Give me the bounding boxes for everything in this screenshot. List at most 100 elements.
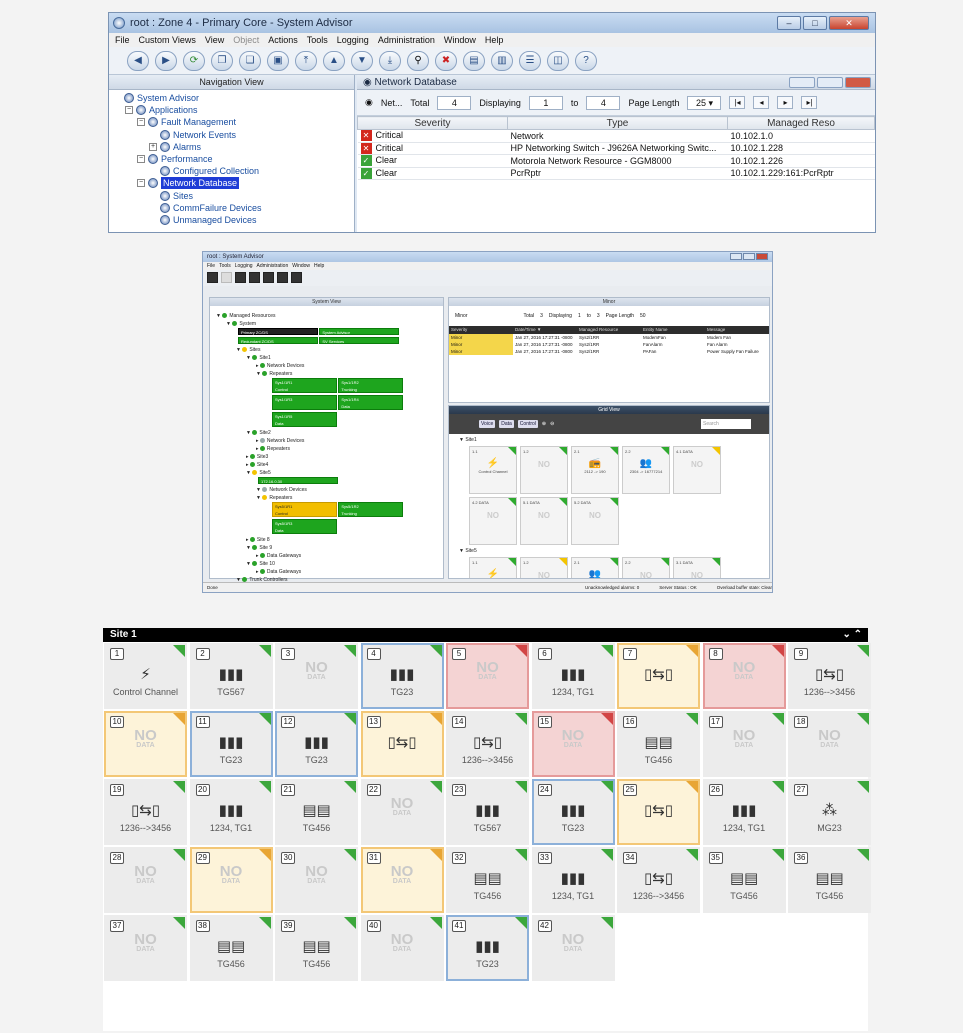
channel-tile[interactable]: 12 ▮▮▮ TG23: [275, 711, 358, 777]
channel-tile[interactable]: 23 ▮▮▮ TG567: [446, 779, 529, 845]
menu-administration[interactable]: Administration: [257, 262, 289, 270]
repeater-bar[interactable]: Sys1/1R4 Data: [338, 395, 404, 410]
expand-toggle-icon[interactable]: −: [137, 118, 145, 127]
panel-restore-button[interactable]: [817, 76, 843, 88]
channel-tile[interactable]: 36 ▤▤ TG456: [788, 847, 871, 913]
channel-tile[interactable]: 40 NO DATA: [360, 915, 444, 981]
channel-tile[interactable]: 33 ▮▮▮ 1234, TG1: [531, 847, 615, 913]
menu-help[interactable]: Help: [314, 262, 324, 270]
channel-tile[interactable]: 35 ▤▤ TG456: [702, 847, 786, 913]
copy-icon[interactable]: ❐: [211, 50, 233, 71]
column-message[interactable]: Message: [705, 326, 769, 334]
tree-network-devices[interactable]: ▸ Network Devices: [216, 437, 443, 445]
grid-tile[interactable]: 3.1 DATA NO: [673, 557, 721, 578]
column-entity-name[interactable]: Entity Name: [641, 326, 705, 334]
minimize-button[interactable]: –: [777, 16, 801, 30]
minimize-button[interactable]: [730, 253, 742, 260]
channel-tile[interactable]: 15 NO DATA: [531, 711, 615, 777]
zoom-in-icon[interactable]: ⊕: [542, 421, 546, 427]
repeater-bar[interactable]: Sys5/1R1 Control: [272, 502, 337, 517]
channel-tile[interactable]: 34 ▯⇆▯ 1236-->3456: [617, 847, 700, 913]
menu-window[interactable]: Window: [292, 262, 310, 270]
last-icon[interactable]: ⤓: [379, 50, 401, 71]
channel-tile[interactable]: 26 ▮▮▮ 1234, TG1: [702, 779, 786, 845]
expand-toggle-icon[interactable]: +: [149, 142, 157, 151]
tree-site8[interactable]: ▸ Site 8: [216, 536, 443, 544]
table-row[interactable]: ✓ Clear Motorola Network Resource - GGM800…: [357, 154, 875, 168]
table-row[interactable]: ✓ Clear PcrRptr 10.102.1.229:161:PcrRptr: [357, 167, 875, 180]
menu-window[interactable]: Window: [444, 35, 476, 45]
channel-tile[interactable]: 7 ▯⇆▯: [617, 643, 700, 709]
channel-tile[interactable]: 41 ▮▮▮ TG23: [446, 915, 529, 981]
channel-tile[interactable]: 5 NO DATA: [446, 643, 529, 709]
menu-help[interactable]: Help: [485, 35, 504, 45]
find-icon[interactable]: ⚲: [407, 50, 429, 71]
grid-tile[interactable]: 2.2 NO: [622, 557, 670, 578]
grid-tile[interactable]: 1.1⚡Control Channel: [469, 446, 517, 494]
back-icon[interactable]: [207, 272, 218, 283]
primary-zc-bar[interactable]: Primary ZC/DS: [238, 328, 318, 336]
close-button[interactable]: [756, 253, 768, 260]
grid-tile[interactable]: 4.2 DATA NO: [469, 497, 517, 545]
expand-toggle-icon[interactable]: −: [137, 179, 145, 188]
tree-repeaters[interactable]: ▼ Repeaters: [216, 494, 443, 502]
column-severity[interactable]: Severity: [449, 326, 513, 334]
tree-site9[interactable]: ▼ Site 9: [216, 544, 443, 552]
grid-search-input[interactable]: Search: [701, 419, 751, 429]
tree-item[interactable]: − Fault Management: [113, 116, 354, 128]
print-icon[interactable]: [235, 272, 246, 283]
next-page-button[interactable]: ▸: [777, 96, 794, 109]
channel-tile[interactable]: 18 NO DATA: [788, 711, 871, 777]
tree-item[interactable]: − Performance: [113, 153, 354, 165]
menu-administration[interactable]: Administration: [378, 35, 435, 45]
page-length-value[interactable]: 50: [640, 313, 646, 319]
tree-sites[interactable]: ▼ Sites: [216, 346, 443, 354]
channel-tile[interactable]: 13 ▯⇆▯: [360, 711, 444, 777]
channel-tile[interactable]: 22 NO DATA: [360, 779, 444, 845]
forward-icon[interactable]: ▶: [155, 50, 177, 71]
help-icon[interactable]: ?: [575, 50, 597, 71]
panel-minimize-button[interactable]: [789, 76, 815, 88]
expand-toggle-icon[interactable]: −: [125, 106, 133, 115]
channel-tile[interactable]: 2 ▮▮▮ TG567: [189, 643, 273, 709]
grid-tile[interactable]: 5.2 DATA NO: [571, 497, 619, 545]
grid-tile[interactable]: 5.1 DATA NO: [520, 497, 568, 545]
filter-data[interactable]: Data: [499, 420, 514, 428]
panel-close-button[interactable]: [845, 76, 871, 88]
tree-managed-resources[interactable]: ▼ Managed Resources: [216, 312, 443, 320]
tree-site1[interactable]: ▼ Site1: [216, 354, 443, 362]
layout-vertical-icon[interactable]: ◫: [547, 50, 569, 71]
table-row[interactable]: ✕ Critical Network 10.102.1.0: [357, 129, 875, 143]
channel-tile[interactable]: 39 ▤▤ TG456: [275, 915, 358, 981]
network-filter-label[interactable]: Net...: [381, 98, 403, 108]
forward-icon[interactable]: [221, 272, 232, 283]
filter-voice[interactable]: Voice: [479, 420, 496, 428]
menu-object[interactable]: Object: [233, 35, 259, 45]
maximize-button[interactable]: [743, 253, 755, 260]
page-length-select[interactable]: 25 ▾: [687, 95, 722, 110]
zoom-out-icon[interactable]: ⊖: [550, 421, 554, 427]
maximize-button[interactable]: □: [803, 16, 827, 30]
table-row[interactable]: ✕ Critical HP Networking Switch - J9626A N…: [357, 142, 875, 155]
channel-tile[interactable]: 31 NO DATA: [360, 847, 444, 913]
channel-tile[interactable]: 29 NO DATA: [189, 847, 273, 913]
menu-file[interactable]: File: [115, 35, 130, 45]
site5-ip-bar[interactable]: 172.16.0.30: [258, 477, 338, 485]
menu-logging[interactable]: Logging: [235, 262, 253, 270]
grid-tile[interactable]: 2.2 👥 2304 -> 16777214: [622, 446, 670, 494]
tree-data-gateways[interactable]: ▸ Data Gateways: [216, 568, 443, 576]
repeater-bar[interactable]: Sys1/1R2 Trunking: [338, 378, 404, 393]
tree-item[interactable]: Unmanaged Devices: [113, 214, 354, 226]
tree-item[interactable]: Network Events: [113, 129, 354, 141]
column-date-time[interactable]: Date/Time ▼: [513, 326, 577, 334]
tree-network-devices[interactable]: ▸ Network Devices: [216, 362, 443, 370]
tree-system[interactable]: ▼ System: [216, 320, 443, 328]
channel-tile[interactable]: 10 NO DATA: [104, 711, 187, 777]
redundant-zc-bar[interactable]: Redundant ZC/DS: [238, 337, 318, 345]
tree-repeaters[interactable]: ▸ Repeaters: [216, 445, 443, 453]
filter-control[interactable]: Control: [517, 420, 538, 428]
network-filter-icon[interactable]: ◉: [365, 97, 373, 108]
layout-horizontal-icon[interactable]: [263, 272, 274, 283]
collapse-expand-icon[interactable]: ⌄ ⌃: [842, 628, 868, 642]
site5-header[interactable]: ▼ Site5: [449, 545, 769, 557]
